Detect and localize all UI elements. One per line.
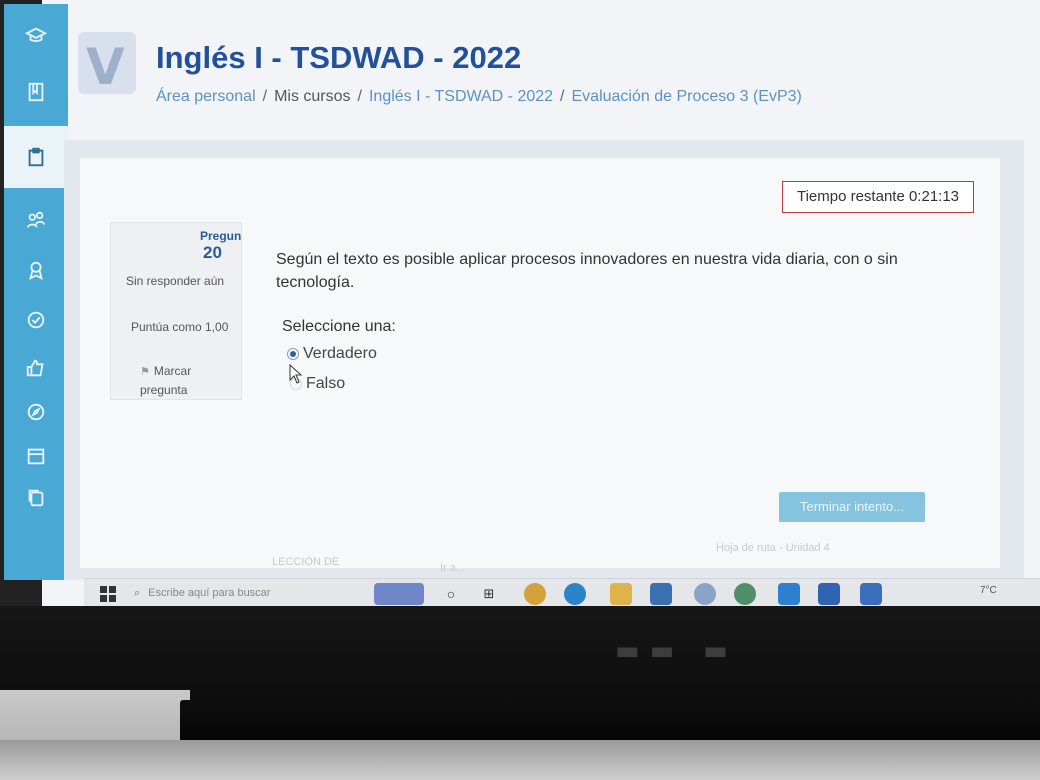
search-highlight-icon[interactable] (374, 583, 424, 605)
thumbs-up-icon[interactable] (4, 348, 68, 388)
question-score: Puntúa como 1,00 (131, 320, 229, 334)
chrome-profile-icon[interactable] (694, 583, 716, 605)
store-icon[interactable] (650, 583, 672, 605)
search-icon: ⌕ (134, 587, 141, 599)
task-view-icon[interactable]: ⊞ (478, 583, 500, 605)
taskbar: ⌕ Escribe aquí para buscar ○ ⊞ 7°C (84, 578, 1040, 607)
compass-icon[interactable] (4, 392, 68, 432)
course-logo: V (78, 32, 136, 96)
question-number: 20 (203, 243, 222, 262)
breadcrumb-quiz[interactable]: Evaluación de Proceso 3 (EvP3) (572, 88, 802, 105)
page-title: Inglés I - TSDWAD - 2022 (156, 40, 522, 75)
breadcrumb: Área personal / Mis cursos / Inglés I - TSDW… (156, 88, 802, 105)
search-placeholder: Escribe aquí para buscar (148, 587, 271, 599)
breadcrumb-course[interactable]: Inglés I - TSDWAD - 2022 (369, 88, 553, 105)
check-circle-icon[interactable] (4, 300, 68, 340)
laptop-brand-logo: ▬▬ ▬ (615, 636, 738, 666)
time-remaining: Tiempo restante 0:21:13 (782, 181, 974, 213)
chrome-icon[interactable] (524, 583, 546, 605)
cortana-icon[interactable]: ○ (440, 583, 462, 605)
question-status: Sin responder aún (126, 274, 225, 288)
question-text: Según el texto es posible aplicar proces… (276, 251, 898, 291)
flag-icon: ⚑ (140, 366, 150, 378)
calendar-icon[interactable] (4, 436, 68, 476)
chrome-alt-icon[interactable] (734, 583, 756, 605)
copy-icon[interactable] (4, 478, 68, 518)
radio-verdadero[interactable] (287, 348, 299, 360)
option-verdadero[interactable]: Verdadero (287, 345, 377, 363)
option-label: Falso (306, 375, 346, 392)
finish-attempt-button[interactable]: Terminar intento... (779, 492, 925, 522)
breadcrumb-mis-cursos[interactable]: Mis cursos (274, 88, 350, 105)
app-icon[interactable] (860, 583, 882, 605)
mouse-cursor-icon (289, 364, 303, 384)
file-explorer-icon[interactable] (610, 583, 632, 605)
word-icon[interactable] (818, 583, 840, 605)
clipboard-icon[interactable] (4, 126, 68, 188)
question-label: Pregun (200, 229, 242, 243)
graduation-cap-icon[interactable] (4, 16, 68, 56)
flag-question-button[interactable]: ⚑ Marcar pregunta (140, 362, 240, 399)
award-icon[interactable] (4, 250, 68, 290)
laptop-base (0, 740, 1040, 780)
breadcrumb-area-personal[interactable]: Área personal (156, 88, 256, 105)
jump-to-select[interactable]: Ir a... (440, 562, 465, 574)
option-label: Verdadero (303, 345, 377, 362)
tray-temperature: 7°C (980, 585, 997, 596)
book-icon[interactable] (4, 72, 68, 112)
laptop-hinge (180, 700, 1040, 742)
answer-prompt: Seleccione una: (282, 318, 396, 335)
next-activity-link[interactable]: Hoja de ruta - Unidad 4 (716, 542, 830, 554)
screen: V Inglés I - TSDWAD - 2022 Área personal… (0, 0, 1040, 607)
vscode-icon[interactable] (778, 583, 800, 605)
windows-start-icon[interactable] (100, 586, 116, 602)
sidebar (4, 4, 68, 580)
previous-activity-link[interactable]: LECCIÓN DE (272, 556, 339, 568)
users-icon[interactable] (4, 200, 68, 240)
edge-icon[interactable] (564, 583, 586, 605)
